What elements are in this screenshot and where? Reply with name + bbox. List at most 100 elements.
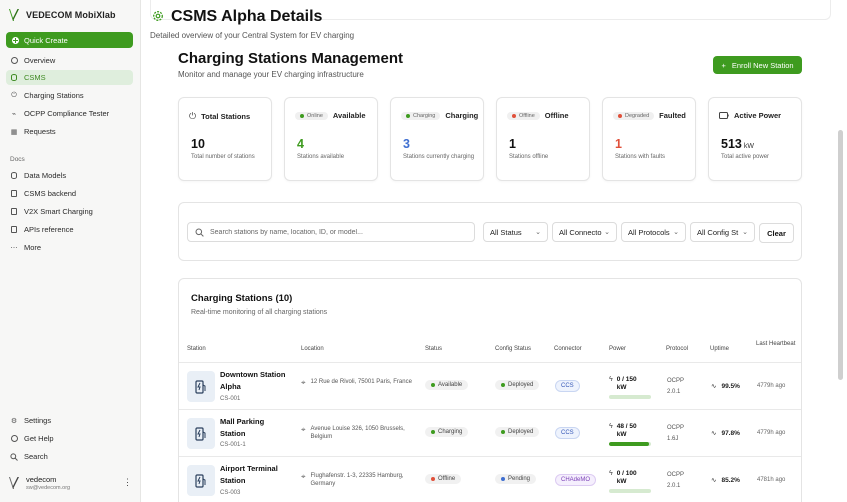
power-icon: ⏻ <box>189 111 197 121</box>
stat-card-available: Online Available 4 Stations available <box>284 97 378 181</box>
sidebar-item-overview[interactable]: Overview <box>6 53 133 68</box>
stat-value: 513 kW <box>721 137 754 151</box>
gear-icon: ⚙ <box>10 417 18 425</box>
ev-charger-icon <box>187 371 215 402</box>
sidebar-item-label: More <box>24 243 42 252</box>
avatar <box>9 477 19 489</box>
stat-card-active-power: Active Power 513 kW Total active power <box>708 97 802 181</box>
enroll-new-station-button[interactable]: + Enroll New Station <box>713 56 802 74</box>
user-menu[interactable]: vedecom sw@vedecom.org ⋮ <box>8 475 134 491</box>
search-input[interactable] <box>210 228 460 236</box>
sidebar-item-label: Charging Stations <box>24 91 84 100</box>
column-header-location[interactable]: Location <box>301 345 324 353</box>
power-readout: ϟ 48 / 50 kW <box>609 423 637 438</box>
table-subtitle: Real-time monitoring of all charging sta… <box>191 309 328 316</box>
activity-icon: ∿ <box>711 430 717 437</box>
sidebar-item-more[interactable]: ⋯ More <box>6 240 133 255</box>
sidebar-item-apis-reference[interactable]: APIs reference <box>6 222 133 237</box>
column-header-uptime[interactable]: Uptime <box>710 345 729 353</box>
sidebar: VEDECOM MobiXlab Quick Create Overview C… <box>0 0 141 502</box>
stat-card-charging: Charging Charging 3 Stations currently c… <box>390 97 484 181</box>
stations-table-card: Charging Stations (10) Real-time monitor… <box>178 278 802 502</box>
more-vertical-icon[interactable]: ⋮ <box>123 477 132 488</box>
stat-title: Faulted <box>659 111 686 120</box>
stat-description: Stations offline <box>509 154 549 160</box>
chevron-down-icon: ⌄ <box>742 229 748 236</box>
column-header-power[interactable]: Power <box>609 345 626 353</box>
server-icon <box>10 190 18 198</box>
sidebar-item-label: CSMS backend <box>24 189 77 198</box>
protocol-value: OCPP 2.0.1 <box>667 378 684 396</box>
column-header-connector[interactable]: Connector <box>554 345 582 353</box>
chevron-down-icon: ⌄ <box>535 229 541 236</box>
sidebar-item-v2x-smart-charging[interactable]: V2X Smart Charging <box>6 204 133 219</box>
stat-value: 1 <box>509 137 516 151</box>
protocol-filter-select[interactable]: All Protocols ⌄ <box>621 222 686 242</box>
sidebar-item-requests[interactable]: ▦ Requests <box>6 124 133 139</box>
sidebar-item-csms-backend[interactable]: CSMS backend <box>6 186 133 201</box>
status-badge: Degraded <box>613 111 655 120</box>
stat-value: 1 <box>615 137 622 151</box>
column-header-status[interactable]: Status <box>425 345 442 353</box>
chevron-down-icon: ⌄ <box>673 229 679 236</box>
power-readout: ϟ 0 / 100 kW <box>609 470 637 485</box>
chevron-down-icon: ⌄ <box>604 229 610 236</box>
stat-card-offline: Offline Offline 1 Stations offline <box>496 97 590 181</box>
power-progress-bar <box>609 489 651 493</box>
activity-icon: ∿ <box>711 477 717 484</box>
stat-description: Total active power <box>721 154 770 160</box>
station-name[interactable]: Airport Terminal Station <box>220 463 290 486</box>
sidebar-item-data-models[interactable]: Data Models <box>6 168 133 183</box>
sidebar-item-csms[interactable]: CSMS <box>6 70 133 85</box>
scrollbar[interactable] <box>838 130 843 380</box>
sidebar-item-get-help[interactable]: Get Help <box>6 431 133 446</box>
stat-title: Total Stations <box>201 112 251 121</box>
column-header-protocol[interactable]: Protocol <box>666 345 688 353</box>
connector-badge: CCS <box>555 427 580 439</box>
document-icon <box>10 226 18 234</box>
column-header-last-heartbeat[interactable]: Last Heartbeat <box>756 340 796 348</box>
search-icon <box>10 452 18 461</box>
power-icon: ⏻ <box>11 91 17 99</box>
station-name[interactable]: Downtown Station Alpha <box>220 369 290 392</box>
plus-circle-icon <box>12 36 19 44</box>
column-header-config-status[interactable]: Config Status <box>495 345 531 353</box>
connector-filter-select[interactable]: All Connecto ⌄ <box>552 222 617 242</box>
brand-name: VEDECOM MobiXlab <box>26 10 116 20</box>
sidebar-item-label: Overview <box>24 56 56 65</box>
clear-filters-button[interactable]: Clear <box>759 223 794 243</box>
quick-create-label: Quick Create <box>24 35 68 45</box>
sidebar-item-settings[interactable]: ⚙ Settings <box>6 413 133 428</box>
sidebar-item-label: Search <box>24 452 48 461</box>
docs-section-label: Docs <box>10 156 25 163</box>
connector-badge: CCS <box>555 380 580 392</box>
sidebar-item-search[interactable]: Search <box>6 449 133 464</box>
filter-bar: All Status⌄ All Connecto⌄ All Protocols⌄… <box>178 202 802 261</box>
enroll-label: Enroll New Station <box>731 60 794 70</box>
sidebar-item-label: Data Models <box>24 171 67 180</box>
uptime-value: ∿ 99.5% <box>711 382 740 391</box>
station-location: ⌖ Avenue Louise 326, 1050 Brussels, Belg… <box>301 425 405 441</box>
stat-value: 4 <box>297 137 304 151</box>
sidebar-item-ocpp-compliance-tester[interactable]: ⌁ OCPP Compliance Tester <box>6 106 133 121</box>
quick-create-button[interactable]: Quick Create <box>6 32 133 48</box>
sidebar-item-label: Requests <box>24 127 56 136</box>
last-heartbeat: 4779h ago <box>757 430 786 436</box>
config-status-filter-select[interactable]: All Config St ⌄ <box>690 222 755 242</box>
brand[interactable]: VEDECOM MobiXlab <box>8 8 116 22</box>
lightning-icon: ϟ <box>609 470 613 477</box>
station-name[interactable]: Mall Parking Station <box>220 416 276 439</box>
more-icon: ⋯ <box>10 244 18 252</box>
status-filter-select[interactable]: All Status ⌄ <box>483 222 548 242</box>
stat-title: Offline <box>544 111 569 120</box>
table-row[interactable]: Airport Terminal Station CS-003 ⌖ Flugha… <box>179 457 801 502</box>
table-row[interactable]: Downtown Station Alpha CS-001 ⌖ 12 Rue d… <box>179 363 801 410</box>
table-row[interactable]: Mall Parking Station CS-001-1 ⌖ Avenue L… <box>179 410 801 457</box>
column-header-station[interactable]: Station <box>187 345 206 353</box>
sidebar-item-charging-stations[interactable]: ⏻ Charging Stations <box>6 88 133 103</box>
uptime-value: ∿ 85.2% <box>711 476 740 485</box>
status-badge: Offline <box>507 111 540 120</box>
station-id: CS-001 <box>220 396 241 402</box>
search-box[interactable] <box>187 222 475 242</box>
stat-title: Available <box>332 111 366 120</box>
